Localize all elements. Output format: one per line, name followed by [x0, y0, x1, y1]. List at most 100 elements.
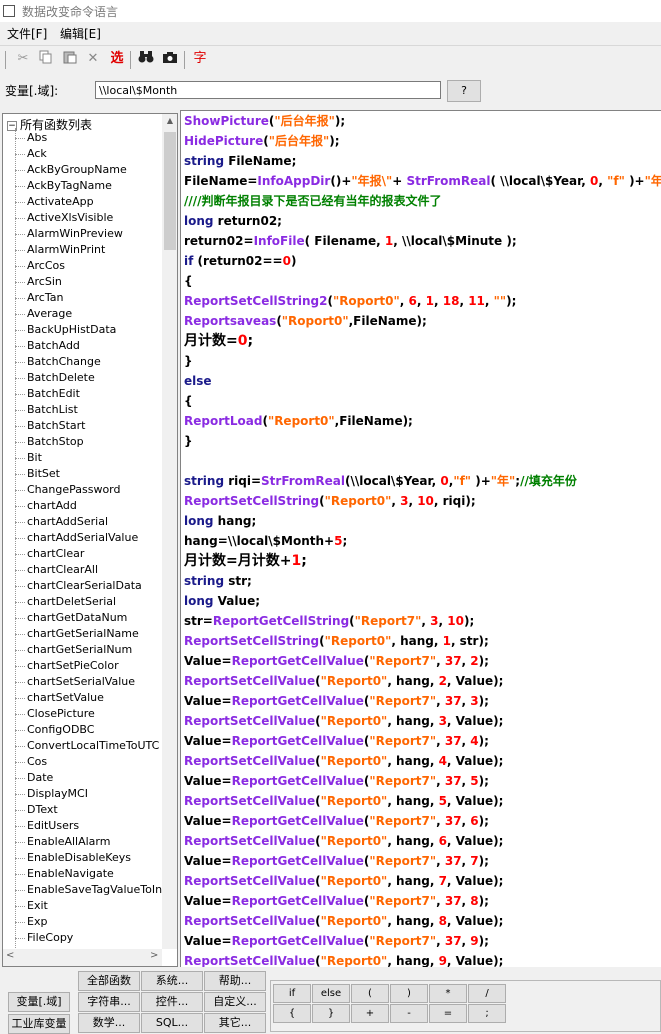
code-line[interactable]: }	[184, 351, 193, 371]
tree-item[interactable]: chartGetDataNum	[14, 610, 127, 626]
code-line[interactable]: FileName=InfoAppDir()+"年报\"+ StrFromReal…	[184, 171, 661, 191]
tree-item[interactable]: chartClearAll	[14, 562, 98, 578]
tree-item[interactable]: Exit	[15, 898, 48, 914]
tree-item[interactable]: chartAdd	[15, 498, 77, 514]
code-line[interactable]: ReportSetCellValue("Report0", hang, 2, V…	[184, 671, 503, 691]
code-line[interactable]: long Value;	[184, 591, 260, 611]
code-line[interactable]: ReportSetCellValue("Report0", hang, 5, V…	[184, 791, 503, 811]
tree-item[interactable]: Abs	[14, 130, 47, 146]
code-line[interactable]: Value=ReportGetCellValue("Report7", 37, …	[184, 811, 489, 831]
tree-item[interactable]: EnableDisableKeys	[15, 850, 131, 866]
paste-icon[interactable]	[61, 50, 79, 68]
variable-button[interactable]: 变量[.域]	[8, 992, 70, 1012]
tree-item[interactable]: chartClear	[14, 546, 84, 562]
tree-item[interactable]: EnableSaveTagValueToIni	[14, 882, 165, 898]
tree-item[interactable]: AckByGroupName	[15, 162, 127, 178]
code-line[interactable]: {	[184, 391, 193, 411]
code-line[interactable]: 月计数=月计数+1;	[184, 551, 307, 571]
code-line[interactable]: Value=ReportGetCellValue("Report7", 37, …	[184, 931, 489, 951]
code-line[interactable]: string FileName;	[184, 151, 296, 171]
tree-item[interactable]: chartDeletSerial	[14, 594, 116, 610]
tree-item[interactable]: BatchDelete	[15, 370, 95, 386]
tree-root[interactable]: − 所有函数列表	[7, 116, 92, 133]
code-line[interactable]: ReportSetCellValue("Report0", hang, 4, V…	[184, 751, 503, 771]
tree-item[interactable]: BitSet	[15, 466, 60, 482]
tree-item[interactable]: chartSetSerialValue	[15, 674, 135, 690]
menu-file[interactable]: 文件[F]	[7, 25, 47, 42]
function-category-button[interactable]: SQL...	[141, 1013, 203, 1033]
operator-button[interactable]: /	[468, 984, 506, 1003]
operator-button[interactable]: else	[312, 984, 350, 1003]
code-line[interactable]: ReportLoad("Report0",FileName);	[184, 411, 413, 431]
industrial-lib-button[interactable]: 工业库变量	[8, 1014, 70, 1034]
code-line[interactable]: Reportsaveas("Roport0",FileName);	[184, 311, 427, 331]
tree-horizontal-scrollbar[interactable]: < >	[3, 949, 162, 966]
tree-item[interactable]: ConfigODBC	[14, 722, 94, 738]
tree-item[interactable]: ArcTan	[14, 290, 63, 306]
tree-item[interactable]: AlarmWinPrint	[14, 242, 105, 258]
scroll-up-icon[interactable]: ▲	[162, 116, 177, 125]
tree-item[interactable]: BatchChange	[15, 354, 101, 370]
code-line[interactable]: Value=ReportGetCellValue("Report7", 37, …	[184, 731, 489, 751]
tree-item[interactable]: Average	[14, 306, 72, 322]
code-line[interactable]: else	[184, 371, 212, 391]
function-category-button[interactable]: 系统...	[141, 971, 203, 991]
operator-button[interactable]: )	[390, 984, 428, 1003]
function-category-button[interactable]: 帮助...	[204, 971, 266, 991]
tree-item[interactable]: ChangePassword	[15, 482, 121, 498]
function-category-button[interactable]: 其它...	[204, 1013, 266, 1033]
tree-item[interactable]: Bit	[15, 450, 42, 466]
menu-edit[interactable]: 编辑[E]	[60, 25, 101, 42]
select-button[interactable]: 选	[108, 50, 126, 68]
tree-item[interactable]: BatchAdd	[15, 338, 80, 354]
tree-item[interactable]: EditUsers	[14, 818, 79, 834]
code-line[interactable]: long return02;	[184, 211, 282, 231]
code-line[interactable]: ShowPicture("后台年报");	[184, 111, 345, 131]
code-line[interactable]: ReportSetCellValue("Report0", hang, 6, V…	[184, 831, 503, 851]
tree-item[interactable]: BatchStop	[15, 434, 84, 450]
char-button[interactable]: 字	[191, 50, 209, 68]
tree-item[interactable]: chartGetSerialNum	[14, 642, 132, 658]
cut-icon[interactable]: ✂	[14, 50, 32, 68]
tree-item[interactable]: EnableNavigate	[15, 866, 114, 882]
code-line[interactable]: 月计数=0;	[184, 331, 253, 351]
tree-item[interactable]: AlarmWinPreview	[15, 226, 123, 242]
function-category-button[interactable]: 字符串...	[78, 992, 140, 1012]
delete-icon[interactable]: ✕	[84, 50, 102, 68]
operator-button[interactable]: -	[390, 1004, 428, 1023]
scroll-thumb[interactable]	[164, 132, 176, 250]
tree-item[interactable]: ArcCos	[15, 258, 65, 274]
operator-button[interactable]: }	[312, 1004, 350, 1023]
tree-item[interactable]: BatchList	[15, 402, 78, 418]
tree-item[interactable]: chartGetSerialName	[15, 626, 139, 642]
code-line[interactable]: Value=ReportGetCellValue("Report7", 37, …	[184, 771, 489, 791]
code-line[interactable]: Value=ReportGetCellValue("Report7", 37, …	[184, 891, 489, 911]
tree-item[interactable]: AckByTagName	[15, 178, 112, 194]
tree-item[interactable]: chartSetPieColor	[15, 658, 119, 674]
operator-button[interactable]: =	[429, 1004, 467, 1023]
camera-icon[interactable]	[161, 50, 179, 68]
code-editor[interactable]: ShowPicture("后台年报"); HidePicture("后台年报");…	[180, 110, 661, 968]
code-line[interactable]: if (return02==0)	[184, 251, 296, 271]
tree-item[interactable]: ClosePicture	[15, 706, 95, 722]
tree-item[interactable]: Date	[14, 770, 53, 786]
code-line[interactable]: Value=ReportGetCellValue("Report7", 37, …	[184, 691, 489, 711]
operator-button[interactable]: if	[273, 984, 311, 1003]
variable-help-button[interactable]: ?	[447, 80, 481, 102]
tree-item[interactable]: ArcSin	[15, 274, 62, 290]
function-category-button[interactable]: 控件...	[141, 992, 203, 1012]
function-category-button[interactable]: 全部函数	[78, 971, 140, 991]
function-category-button[interactable]: 数学...	[78, 1013, 140, 1033]
code-line[interactable]: ReportSetCellString("Report0", 3, 10, ri…	[184, 491, 476, 511]
operator-button[interactable]: ;	[468, 1004, 506, 1023]
tree-item[interactable]: FileCopy	[14, 930, 73, 946]
code-line[interactable]: long hang;	[184, 511, 256, 531]
code-line[interactable]: string riqi=StrFromReal(\\local\$Year, 0…	[184, 471, 577, 491]
variable-input[interactable]	[95, 81, 441, 99]
function-tree[interactable]: − 所有函数列表 Abs Ack AckByGroupName AckByTagName…	[2, 113, 178, 967]
tree-item[interactable]: Cos	[14, 754, 47, 770]
code-line[interactable]: ReportSetCellString2("Roport0", 6, 1, 18…	[184, 291, 516, 311]
code-line[interactable]: str=ReportGetCellString("Report7", 3, 10…	[184, 611, 474, 631]
tree-item[interactable]: chartAddSerial	[14, 514, 108, 530]
code-line[interactable]: Value=ReportGetCellValue("Report7", 37, …	[184, 851, 489, 871]
